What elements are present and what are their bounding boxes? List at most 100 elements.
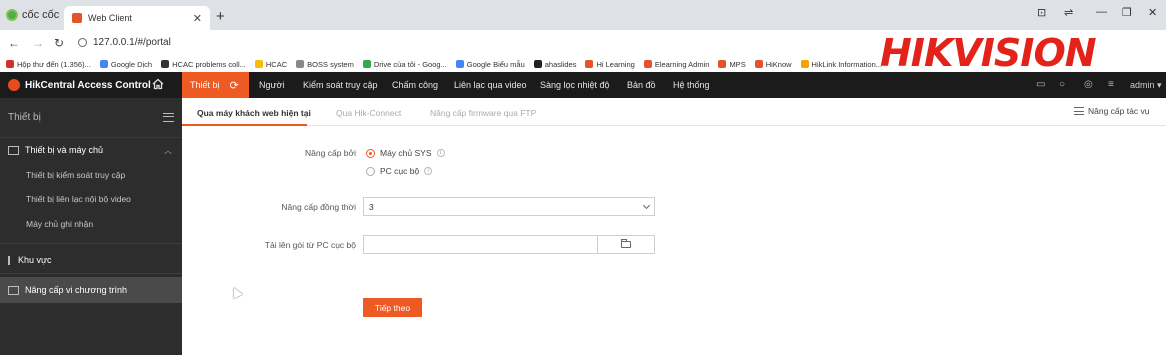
url-text: 127.0.0.1/#/portal	[93, 37, 171, 48]
bookmark-favicon-icon	[6, 60, 14, 68]
sidebar-item-video-intercom-devices[interactable]: Thiết bị liên lạc nội bộ video	[26, 194, 131, 204]
compass-icon[interactable]: ◎	[1084, 79, 1095, 90]
bookmark-label: ahaslides	[544, 59, 577, 69]
site-info-icon[interactable]	[78, 38, 87, 47]
bookmark-item[interactable]: HCAC problems coll...	[161, 60, 246, 69]
concurrent-upgrade-label: Nâng cấp đồng thời	[281, 202, 356, 212]
browser-tab[interactable]: Web Client ✕	[64, 6, 210, 30]
tab-hik-connect[interactable]: Qua Hik-Connect	[336, 108, 401, 118]
bookmark-favicon-icon	[585, 60, 594, 68]
bookmark-label: Google Dịch	[110, 59, 153, 69]
minimize-icon[interactable]: —	[1096, 6, 1107, 18]
user-menu[interactable]: admin ▾	[1130, 80, 1162, 91]
watermark-text: HIKVISION	[880, 31, 1097, 75]
bookmark-label: Hi Learning	[596, 59, 635, 69]
upload-package-field[interactable]	[363, 235, 598, 254]
bookmark-item[interactable]: Hi Learning	[585, 59, 635, 69]
tab-search-icon[interactable]: ⇌	[1064, 6, 1073, 19]
info-icon: i	[436, 149, 445, 157]
concurrent-upgrade-select[interactable]: 3	[363, 197, 655, 216]
collapse-sidebar-icon[interactable]	[163, 113, 174, 122]
sidebar-header: Thiết bị	[0, 98, 182, 138]
back-icon[interactable]: ←	[8, 36, 20, 50]
radio-unchecked-icon[interactable]	[366, 166, 375, 176]
bookmark-item[interactable]: Hộp thư đến (1.356)...	[6, 60, 91, 69]
refresh-icon[interactable]: ⟳	[230, 79, 239, 92]
bookmark-item[interactable]: HCAC	[254, 60, 287, 69]
search-icon[interactable]: ○	[1059, 79, 1070, 90]
folder-icon[interactable]: ▭	[1036, 79, 1047, 90]
chevron-down-icon	[642, 201, 651, 209]
bookmark-favicon-icon	[643, 60, 652, 68]
bookmark-favicon-icon	[254, 60, 263, 68]
settings-icon[interactable]: ≡	[1108, 79, 1119, 90]
bookmark-item[interactable]: Drive của tôi - Goog...	[362, 59, 447, 69]
bookmark-item[interactable]: Google Biểu mẫu	[455, 59, 525, 69]
browser-brand[interactable]: cốc cốc	[6, 9, 59, 21]
bookmark-item[interactable]: BOSS system	[296, 60, 354, 69]
bookmark-favicon-icon	[800, 60, 809, 68]
next-button[interactable]: Tiếp theo	[363, 298, 422, 317]
tab-ftp-upgrade[interactable]: Nâng cấp firmware qua FTP	[430, 108, 536, 118]
bookmark-label: Drive của tôi - Goog...	[373, 59, 447, 69]
bookmark-label: Google Biểu mẫu	[466, 59, 525, 69]
bookmark-item[interactable]: MPS	[718, 60, 746, 69]
sidebar-divider	[0, 273, 182, 274]
concurrent-upgrade-value: 3	[369, 201, 374, 212]
close-tab-icon[interactable]: ✕	[193, 12, 202, 25]
coccoc-logo-icon	[6, 9, 18, 21]
url-field[interactable]: 127.0.0.1/#/portal	[78, 37, 171, 48]
nav-tab-people[interactable]: Người	[259, 80, 284, 90]
bookmark-label: Elearning Admin	[654, 59, 710, 69]
nav-tab-devices[interactable]: Thiết bị ⟳	[182, 72, 249, 98]
maximize-icon[interactable]: ❐	[1122, 6, 1132, 19]
bookmark-item[interactable]: Elearning Admin	[643, 59, 710, 69]
bookmark-favicon-icon	[718, 60, 727, 68]
app-title: HikCentral Access Control	[8, 79, 151, 91]
device-server-icon	[8, 145, 19, 155]
browser-tab-title: Web Client	[88, 13, 132, 23]
radio-sys-server-label: Máy chủ SYS	[380, 148, 432, 158]
bookmark-item[interactable]: Google Dịch	[99, 59, 153, 69]
nav-tab-temperature-screening[interactable]: Sàng lọc nhiệt độ	[540, 80, 610, 90]
radio-local-pc[interactable]: PC cục bộ i	[366, 166, 433, 176]
bookmark-label: BOSS system	[307, 59, 354, 69]
forward-icon[interactable]: →	[32, 36, 44, 50]
upgrade-method-tabs: Qua máy khách web hiện tại Qua Hik-Conne…	[182, 98, 1166, 126]
bookmark-item[interactable]: ahaslides	[533, 59, 577, 69]
sidebar-item-access-control-devices[interactable]: Thiết bị kiểm soát truy cập	[26, 170, 125, 180]
nav-tab-map[interactable]: Bản đồ	[627, 80, 656, 90]
nav-tab-video-intercom[interactable]: Liên lạc qua video	[454, 80, 527, 90]
window-close-icon[interactable]: ✕	[1148, 6, 1157, 19]
sidebar-group-label: Nâng cấp vi chương trình	[25, 285, 127, 295]
radio-checked-icon[interactable]	[366, 148, 375, 158]
radio-sys-server[interactable]: Máy chủ SYS i	[366, 148, 445, 158]
bookmark-favicon-icon	[533, 60, 542, 68]
upgrade-tasks-link[interactable]: Nâng cấp tác vụ	[1074, 106, 1149, 116]
active-tab-indicator	[182, 124, 307, 126]
sidebar-item-recording-server[interactable]: Máy chủ ghi nhận	[26, 219, 93, 229]
bookmark-label: HikLink Information...	[811, 59, 882, 69]
screenshot-icon[interactable]: ⊡	[1037, 6, 1046, 19]
new-tab-icon[interactable]: +	[216, 8, 225, 25]
nav-tab-system[interactable]: Hệ thống	[673, 80, 710, 90]
bookmark-favicon-icon	[455, 60, 464, 68]
bookmark-item[interactable]: HiKnow	[754, 59, 792, 69]
sidebar-divider	[0, 243, 182, 244]
sidebar-group-firmware-upgrade[interactable]: Nâng cấp vi chương trình	[0, 277, 182, 303]
hikvision-watermark: HIKVISION	[880, 31, 1097, 75]
nav-tab-access-control[interactable]: Kiểm soát truy cập	[303, 80, 378, 90]
home-icon[interactable]	[152, 78, 164, 90]
sidebar-group-devices-servers[interactable]: Thiết bị và máy chủ ︿	[0, 138, 182, 162]
sidebar-group-area[interactable]: Khu vực	[0, 248, 182, 272]
sidebar-group-label: Thiết bị và máy chủ	[25, 145, 104, 155]
reload-icon[interactable]: ↻	[54, 36, 64, 50]
mouse-cursor-icon	[229, 285, 243, 299]
browse-button[interactable]	[597, 235, 655, 254]
bookmark-item[interactable]: HikLink Information...	[800, 59, 882, 69]
sidebar-title: Thiết bị	[8, 112, 41, 123]
bookmark-label: HiKnow	[765, 59, 792, 69]
radio-local-pc-label: PC cục bộ	[380, 166, 420, 176]
nav-tab-attendance[interactable]: Chấm công	[392, 80, 438, 90]
tab-current-web-client[interactable]: Qua máy khách web hiện tại	[197, 108, 311, 118]
